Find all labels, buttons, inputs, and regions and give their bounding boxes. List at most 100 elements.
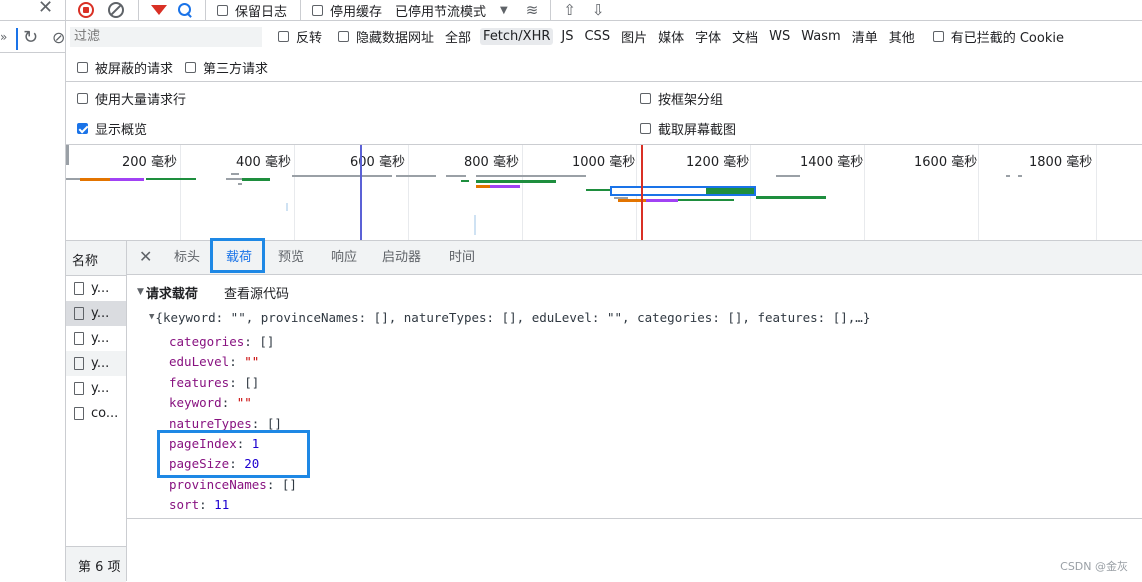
field-key: categories xyxy=(169,334,245,349)
blocked-cookies-checkbox[interactable] xyxy=(932,31,944,42)
type-filter-all[interactable]: 全部 xyxy=(445,27,471,46)
setting-capture-screenshots: 截取屏幕截图 xyxy=(640,118,736,138)
tick-gridline xyxy=(978,145,979,240)
timeline-bar xyxy=(756,196,826,199)
show-overview-checkbox[interactable] xyxy=(77,122,88,134)
timeline-bar xyxy=(476,175,566,177)
tab-response[interactable]: 响应 xyxy=(331,241,357,275)
preserve-log-checkbox[interactable] xyxy=(217,4,228,16)
setting-show-overview: 显示概览 xyxy=(77,118,147,138)
type-filter-fetch-xhr[interactable]: Fetch/XHR xyxy=(480,28,554,45)
throttle-value: 已停用节流模式 xyxy=(395,4,487,20)
chevron-down-icon: ▼ xyxy=(500,4,508,16)
timeline-bar xyxy=(1018,175,1022,177)
type-filter-js[interactable]: JS xyxy=(561,29,573,44)
tab-preview[interactable]: 预览 xyxy=(278,241,304,275)
blocked-requests-checkbox[interactable] xyxy=(77,61,88,73)
stop-icon[interactable]: ⊘ xyxy=(52,28,65,47)
group-by-frame-checkbox[interactable] xyxy=(640,92,651,104)
file-icon xyxy=(74,307,84,320)
request-row[interactable]: y... xyxy=(66,351,126,376)
big-rows-checkbox[interactable] xyxy=(77,92,88,104)
type-filter-css[interactable]: CSS xyxy=(584,29,610,44)
timeline-bar xyxy=(461,180,469,182)
timeline-bar xyxy=(446,175,466,177)
request-row[interactable]: y... xyxy=(66,276,126,301)
payload-field: keyword: "" xyxy=(169,393,297,413)
field-key: sort xyxy=(169,497,200,513)
type-filter-img[interactable]: 图片 xyxy=(621,27,647,46)
tab-headers[interactable]: 标头 xyxy=(174,241,200,275)
field-key: keyword xyxy=(169,395,222,411)
request-name: y... xyxy=(91,331,110,346)
export-har-icon[interactable]: ⇩ xyxy=(592,1,605,19)
overflow-chevron-icon[interactable]: » xyxy=(0,30,7,44)
request-list-header[interactable]: 名称 xyxy=(66,241,126,276)
network-toolbar: 保留日志 停用缓存 已停用节流模式 ▼ ≋ ⇧ ⇩ xyxy=(66,0,1142,21)
payload-field: categories: [] xyxy=(169,332,297,352)
type-filter-ws[interactable]: WS xyxy=(769,29,790,44)
file-icon xyxy=(74,332,84,345)
search-icon[interactable] xyxy=(177,2,193,18)
tab-initiator[interactable]: 启动器 xyxy=(382,241,421,275)
filter-bar: 反转 隐藏数据网址 全部 Fetch/XHR JS CSS 图片 媒体 字体 文… xyxy=(66,21,1142,52)
request-row[interactable]: y... xyxy=(66,376,126,401)
type-filter-other[interactable]: 其他 xyxy=(889,27,915,46)
import-har-icon[interactable]: ⇧ xyxy=(563,1,576,19)
file-icon xyxy=(74,282,84,295)
record-stop-icon[interactable] xyxy=(78,2,94,18)
disable-cache-checkbox[interactable] xyxy=(312,4,324,16)
throttle-select[interactable]: 已停用节流模式 ▼ xyxy=(395,1,508,20)
capture-screenshots-label: 截取屏幕截图 xyxy=(658,122,737,138)
filter-input[interactable] xyxy=(70,26,262,47)
type-filter-manifest[interactable]: 清单 xyxy=(852,27,878,46)
wifi-settings-icon[interactable]: ≋ xyxy=(526,1,539,19)
tick-label: 600 毫秒 xyxy=(350,155,405,170)
third-party-checkbox[interactable] xyxy=(185,61,197,73)
disable-cache-label: 停用缓存 xyxy=(330,4,383,20)
tick-label: 800 毫秒 xyxy=(464,155,519,170)
clear-icon[interactable] xyxy=(108,2,124,18)
request-row[interactable]: co... xyxy=(66,401,126,426)
left-panel: ✕ » ↻ ⊘ xyxy=(0,0,66,581)
request-count: 第 6 项 xyxy=(78,560,121,575)
toolbar-separator xyxy=(205,0,206,20)
name-column-header: 名称 xyxy=(72,254,99,269)
close-icon[interactable]: ✕ xyxy=(38,0,53,18)
payload-field: features: [] xyxy=(169,373,297,393)
invert-checkbox[interactable] xyxy=(278,31,289,42)
timeline-bar xyxy=(586,189,610,191)
tick-label: 1200 毫秒 xyxy=(686,155,750,170)
type-filter-media[interactable]: 媒体 xyxy=(658,27,684,46)
request-row[interactable]: y... xyxy=(66,326,126,351)
field-value: [] xyxy=(259,334,275,349)
close-details-icon[interactable]: ✕ xyxy=(139,247,152,266)
tab-timing[interactable]: 时间 xyxy=(449,241,475,275)
file-icon xyxy=(74,407,84,420)
hide-data-urls-checkbox[interactable] xyxy=(338,31,350,42)
timeline-bar xyxy=(286,203,288,211)
setting-big-rows: 使用大量请求行 xyxy=(77,88,186,108)
overview-timeline[interactable]: 200 毫秒 400 毫秒 600 毫秒 800 毫秒 1000 毫秒 1200… xyxy=(66,145,1142,241)
payload-section-header[interactable]: ▼ 请求载荷 查看源代码 xyxy=(137,282,289,302)
field-colon: : xyxy=(251,415,267,431)
details-panel: ✕ 标头 载荷 预览 响应 启动器 时间 ▼ 请求载荷 查看源代码 ▼ {key… xyxy=(127,238,1142,581)
field-colon: : xyxy=(244,334,260,349)
payload-summary[interactable]: ▼ {keyword: "", provinceNames: [], natur… xyxy=(149,308,870,326)
capture-screenshots-checkbox[interactable] xyxy=(640,122,651,134)
timeline-bar xyxy=(1006,175,1010,177)
payload-field: eduLevel: "" xyxy=(169,352,297,372)
reload-icon[interactable]: ↻ xyxy=(23,27,38,48)
timeline-bar xyxy=(646,199,678,202)
type-filter-font[interactable]: 字体 xyxy=(695,27,721,46)
payload-section-title: 请求载荷 xyxy=(145,286,198,302)
request-row[interactable]: y... xyxy=(66,301,126,326)
fields-highlight xyxy=(157,430,310,478)
filter-bar-row-2: 被屏蔽的请求 第三方请求 xyxy=(66,54,1142,80)
view-source-link[interactable]: 查看源代码 xyxy=(224,283,289,302)
filter-icon[interactable] xyxy=(151,5,167,15)
panel-divider xyxy=(0,52,65,53)
type-filter-doc[interactable]: 文档 xyxy=(732,27,758,46)
type-filter-wasm[interactable]: Wasm xyxy=(801,29,840,44)
show-overview-label: 显示概览 xyxy=(95,122,148,138)
